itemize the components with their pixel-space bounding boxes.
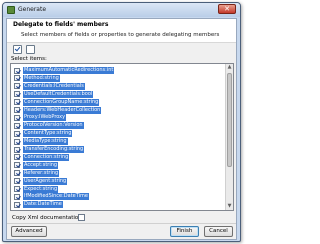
finish-button[interactable]: Finish xyxy=(170,226,199,237)
list-item-label: Headers:WebHeaderCollection xyxy=(23,106,102,114)
list-item-label: Credentials:ICredentials xyxy=(23,82,85,90)
list-item-label: UseDefaultCredentials:bool xyxy=(23,90,94,98)
list-item-label: Proxy:IWebProxy xyxy=(23,114,67,122)
divider xyxy=(7,223,236,224)
list-item-label: Referer:string xyxy=(23,169,60,177)
header-title: Delegate to fields' members xyxy=(13,21,109,28)
title-bar[interactable]: Generate ✕ xyxy=(3,3,240,17)
toolbar xyxy=(7,44,236,55)
item-checkbox[interactable] xyxy=(14,193,20,200)
dialog-client-area: Delegate to fields' members Select membe… xyxy=(6,18,237,240)
uncheck-all-icon[interactable] xyxy=(26,45,35,54)
copy-xml-label: Copy Xml documentation: xyxy=(12,215,84,221)
item-checkbox[interactable] xyxy=(14,186,20,192)
advanced-button[interactable]: Advanced xyxy=(11,226,47,237)
item-checkbox[interactable] xyxy=(14,114,20,121)
item-checkbox[interactable] xyxy=(14,201,20,208)
list-item-label: Connection:string xyxy=(23,153,70,161)
item-checkbox[interactable] xyxy=(14,146,20,153)
item-checkbox[interactable] xyxy=(14,83,20,90)
list-item-label: Accept:string xyxy=(23,161,59,169)
list-item[interactable]: UserAgent:string xyxy=(11,177,225,185)
list-item[interactable]: Credentials:ICredentials xyxy=(11,82,225,90)
item-checkbox[interactable] xyxy=(14,138,20,145)
list-item-label: Expect:string xyxy=(23,185,59,193)
scrollbar-thumb[interactable] xyxy=(227,73,232,167)
list-item[interactable]: ProtocolVersion:Version xyxy=(11,122,225,130)
list-item[interactable]: Headers:WebHeaderCollection xyxy=(11,106,225,114)
list-item-label: ProtocolVersion:Version xyxy=(23,122,84,130)
list-item[interactable]: Accept:string xyxy=(11,161,225,169)
list-item[interactable]: TransferEncoding:string xyxy=(11,146,225,153)
members-list[interactable]: MaximumAutomaticRedirections:int Method:s… xyxy=(10,63,234,211)
list-item[interactable]: Expect:string xyxy=(11,185,225,193)
item-checkbox[interactable] xyxy=(14,130,20,137)
list-item[interactable]: Method:string xyxy=(11,74,225,82)
list-item-label: TransferEncoding:string xyxy=(23,146,85,153)
dialog-header: Delegate to fields' members Select membe… xyxy=(7,19,236,43)
close-button[interactable]: ✕ xyxy=(218,4,236,14)
list-item[interactable]: ConnectionGroupName:string xyxy=(11,98,225,106)
list-item-label: MaximumAutomaticRedirections:int xyxy=(23,67,115,74)
list-item[interactable]: Proxy:IWebProxy xyxy=(11,114,225,122)
list-item[interactable]: Referer:string xyxy=(11,169,225,177)
list-item[interactable]: MediaType:string xyxy=(11,138,225,146)
item-checkbox[interactable] xyxy=(14,75,20,82)
list-item-label: Method:string xyxy=(23,74,60,82)
list-item[interactable]: ContentType:string xyxy=(11,130,225,138)
list-item[interactable]: UseDefaultCredentials:bool xyxy=(11,90,225,98)
window-title: Generate xyxy=(18,6,47,13)
list-item-label: ContentType:string xyxy=(23,130,73,138)
item-checkbox[interactable] xyxy=(14,154,20,161)
header-description: Select members of fields or properties t… xyxy=(21,32,220,38)
generate-dialog: Generate ✕ Delegate to fields' members S… xyxy=(2,2,241,242)
item-checkbox[interactable] xyxy=(14,162,20,169)
vertical-scrollbar[interactable]: ▲ ▼ xyxy=(225,64,233,210)
list-item-label: Date:DateTime xyxy=(23,201,63,209)
list-item[interactable]: Connection:string xyxy=(11,153,225,161)
copy-xml-checkbox[interactable] xyxy=(78,214,85,221)
generate-icon xyxy=(7,6,15,14)
scroll-up-arrow-icon[interactable]: ▲ xyxy=(226,64,233,71)
list-item[interactable]: MaximumAutomaticRedirections:int xyxy=(11,67,225,74)
check-all-icon[interactable] xyxy=(13,45,22,54)
list-item-label: UserAgent:string xyxy=(23,177,68,185)
item-checkbox[interactable] xyxy=(14,91,20,98)
list-item-label: IfModifiedSince:DateTime xyxy=(23,193,89,201)
list-item-label: MediaType:string xyxy=(23,138,68,146)
select-items-label: Select items: xyxy=(11,56,47,62)
item-checkbox[interactable] xyxy=(14,107,20,113)
item-checkbox[interactable] xyxy=(14,99,20,106)
list-item[interactable]: IfModifiedSince:DateTime xyxy=(11,193,225,201)
item-checkbox[interactable] xyxy=(14,170,20,177)
list-item[interactable]: Date:DateTime xyxy=(11,201,225,209)
item-checkbox[interactable] xyxy=(14,122,20,129)
item-checkbox[interactable] xyxy=(14,67,20,74)
item-checkbox[interactable] xyxy=(14,178,20,185)
list-item-label: ConnectionGroupName:string xyxy=(23,98,100,106)
scroll-down-arrow-icon[interactable]: ▼ xyxy=(226,203,233,210)
cancel-button[interactable]: Cancel xyxy=(204,226,233,237)
